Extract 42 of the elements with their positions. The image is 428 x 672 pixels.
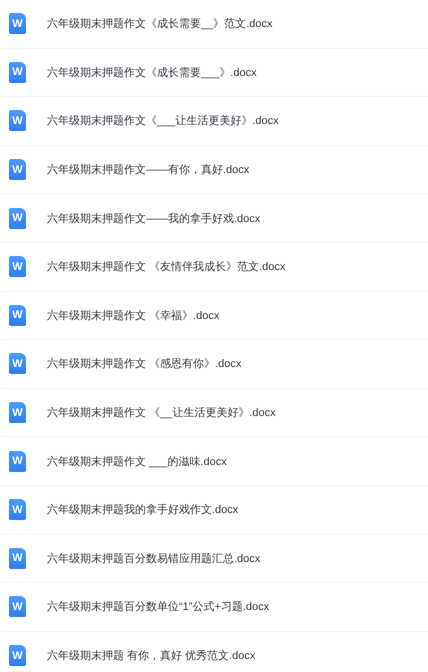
file-row[interactable]: W 六年级期末押题作文——我的拿手好戏.docx: [2, 194, 428, 243]
file-name: 六年级期末押题作文 《幸福》.docx: [47, 308, 220, 323]
file-row[interactable]: W 六年级期末押题我的拿手好戏作文.docx: [2, 486, 428, 535]
file-name: 六年级期末押题作文 《感恩有你》.docx: [47, 356, 242, 372]
file-row[interactable]: W 六年级期末押题作文——有你，真好.docx: [2, 146, 428, 194]
file-row[interactable]: W 六年级期末押题作文《___让生活更美好》.docx: [2, 97, 428, 146]
file-name: 六年级期末押题百分数易错应用题汇总.docx: [47, 552, 260, 566]
file-row[interactable]: W 六年级期末押题百分数单位“1”公式+习题.docx: [2, 583, 428, 632]
file-row[interactable]: W 六年级期末押题作文 《友情伴我成长》范文.docx: [2, 242, 428, 292]
file-name: 六年级期末押题 有你，真好 优秀范文.docx: [47, 648, 256, 664]
file-row[interactable]: W 六年级期末押题作文 《__让生活更美好》.docx: [2, 388, 428, 438]
document-icon: W: [9, 208, 26, 229]
file-name: 六年级期末押题百分数单位“1”公式+习题.docx: [47, 600, 270, 614]
document-icon: W: [9, 596, 26, 618]
file-name: 六年级期末押题作文——有你，真好.docx: [47, 162, 250, 178]
file-name: 六年级期末押题作文《成长需要__》范文.docx: [47, 16, 273, 32]
document-icon: W: [9, 62, 26, 83]
file-name: 六年级期末押题作文——我的拿手好戏.docx: [47, 212, 260, 226]
document-icon: W: [9, 110, 26, 132]
file-name: 六年级期末押题作文 ___的滋味.docx: [47, 454, 227, 469]
file-row[interactable]: W 六年级期末押题作文 《感恩有你》.docx: [2, 340, 428, 389]
document-icon: W: [9, 13, 26, 34]
document-icon: W: [9, 159, 26, 180]
document-icon: W: [9, 450, 26, 472]
document-icon: W: [9, 402, 26, 424]
document-icon: W: [9, 548, 26, 569]
file-name: 六年级期末押题作文 《友情伴我成长》范文.docx: [47, 260, 286, 274]
document-icon: W: [9, 256, 26, 278]
file-row[interactable]: W 六年级期末押题作文《成长需要___》.docx: [2, 48, 428, 98]
file-row[interactable]: W 六年级期末押题 有你，真好 优秀范文.docx: [2, 632, 428, 672]
document-icon: W: [9, 645, 26, 666]
file-name: 六年级期末押题作文《成长需要___》.docx: [47, 66, 257, 80]
file-row[interactable]: W 六年级期末押题作文《成长需要__》范文.docx: [2, 0, 428, 49]
document-icon: W: [9, 499, 26, 520]
document-icon: W: [9, 304, 26, 326]
file-name: 六年级期末押题作文《___让生活更美好》.docx: [47, 114, 279, 128]
file-name: 六年级期末押题作文 《__让生活更美好》.docx: [47, 406, 276, 420]
file-row[interactable]: W 六年级期末押题百分数易错应用题汇总.docx: [2, 534, 428, 584]
document-icon: W: [9, 353, 26, 374]
file-name: 六年级期末押题我的拿手好戏作文.docx: [47, 502, 238, 518]
file-row[interactable]: W 六年级期末押题作文 ___的滋味.docx: [2, 437, 428, 486]
file-row[interactable]: W 六年级期末押题作文 《幸福》.docx: [2, 292, 428, 340]
